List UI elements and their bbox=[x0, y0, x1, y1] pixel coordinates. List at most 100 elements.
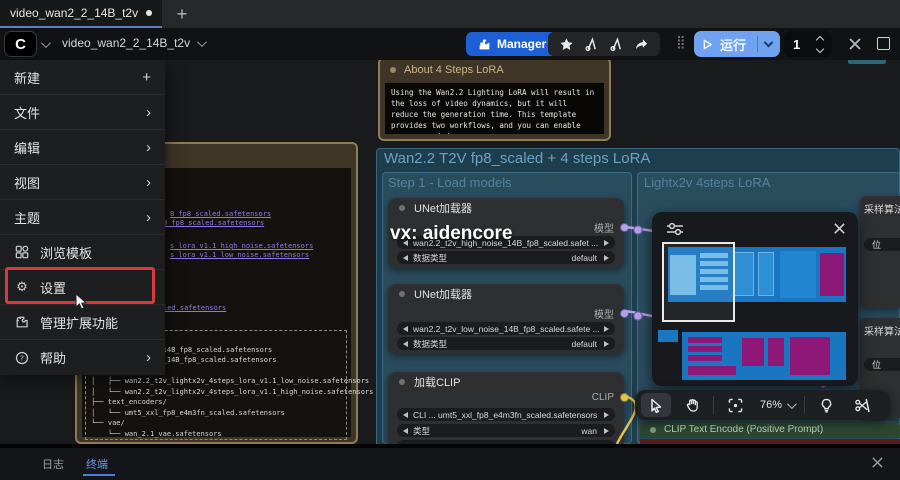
maximize-icon[interactable] bbox=[877, 37, 890, 50]
new-workflow-tab-button[interactable]: + bbox=[168, 0, 196, 28]
queue-count-stepper[interactable]: 1 bbox=[784, 31, 832, 57]
next-arrow-icon[interactable] bbox=[604, 427, 609, 434]
cursor-icon bbox=[651, 398, 662, 413]
run-chevron-down-icon[interactable] bbox=[763, 37, 774, 48]
prev-arrow-icon[interactable] bbox=[403, 411, 408, 418]
queue-spinners[interactable] bbox=[815, 35, 825, 53]
menu-item-help[interactable]: ? 帮助 › bbox=[0, 340, 165, 375]
panel-close-icon[interactable] bbox=[871, 456, 884, 469]
node-title: UNet加载器 bbox=[414, 289, 473, 301]
interrupt-close-icon[interactable] bbox=[845, 34, 865, 54]
lightbulb-icon bbox=[821, 398, 831, 413]
node-collapse-dot[interactable] bbox=[399, 379, 405, 385]
menu-item-browse-templates[interactable]: 浏览模板 bbox=[0, 235, 165, 270]
menu-item-view[interactable]: 视图 › bbox=[0, 165, 165, 200]
menu-item-label: 浏览模板 bbox=[40, 245, 93, 261]
node-header[interactable]: UNet加载器 bbox=[388, 198, 624, 218]
prev-arrow-icon[interactable] bbox=[403, 340, 408, 347]
toggle-link-visibility-button[interactable] bbox=[811, 393, 841, 417]
menu-item-edit[interactable]: 编辑 › bbox=[0, 130, 165, 165]
cleaner-icon-2[interactable] bbox=[609, 36, 624, 52]
widget-clip-name[interactable]: CLI ... umt5_xxl_fp8_e4m3fn_scaled.safet… bbox=[397, 408, 615, 421]
prev-arrow-icon[interactable] bbox=[403, 325, 408, 332]
share-icon[interactable] bbox=[634, 37, 649, 52]
next-arrow-icon[interactable] bbox=[604, 325, 609, 332]
minimap-viewport[interactable] bbox=[662, 242, 735, 322]
toolbar-divider bbox=[804, 396, 806, 414]
help-icon: ? bbox=[14, 351, 30, 365]
minimap-panel[interactable] bbox=[652, 212, 858, 386]
zoom-level-dropdown[interactable]: 76% bbox=[756, 398, 798, 411]
pan-tool-button[interactable] bbox=[677, 393, 707, 417]
output-slot-model[interactable]: 模型 bbox=[594, 220, 629, 235]
minimap-group-2 bbox=[682, 332, 846, 380]
menu-item-label: 管理扩展功能 bbox=[40, 315, 119, 331]
prev-arrow-icon[interactable] bbox=[403, 427, 408, 434]
node-title: 加载CLIP bbox=[414, 377, 461, 389]
widget-weight-dtype[interactable]: 数据类型 default bbox=[397, 337, 615, 350]
output-slot-clip[interactable]: CLIP bbox=[592, 392, 629, 403]
prev-arrow-icon[interactable] bbox=[403, 254, 408, 261]
workflow-tab-bar: video_wan2_2_14B_t2v + bbox=[0, 0, 900, 28]
widget-clip-type[interactable]: 类型 wan bbox=[397, 424, 615, 437]
node-clip-text-encode[interactable]: CLIP Text Encode (Positive Prompt) bbox=[640, 421, 900, 438]
model-link[interactable]: 8_fp8_scaled.safetensors bbox=[163, 219, 264, 227]
logo-chevron-down-icon[interactable] bbox=[40, 38, 51, 49]
next-arrow-icon[interactable] bbox=[604, 340, 609, 347]
star-icon[interactable] bbox=[559, 37, 574, 52]
group-title-lightx2v: Lightx2v 4steps LoRA bbox=[644, 175, 771, 190]
run-button[interactable]: 运行 bbox=[694, 31, 780, 57]
spinner-up-icon[interactable] bbox=[815, 35, 825, 44]
tab-logs[interactable]: 日志 bbox=[42, 456, 64, 472]
tab-terminal[interactable]: 终端 bbox=[86, 456, 108, 472]
note-about-4steps-lora[interactable]: About 4 Steps LoRA Using the Wan2.2 Ligh… bbox=[378, 60, 611, 141]
model-link[interactable]: B_fp8_scaled.safetensors bbox=[170, 210, 271, 218]
node-header[interactable]: UNet加载器 bbox=[388, 284, 624, 304]
menu-item-new[interactable]: 新建 + bbox=[0, 60, 165, 95]
workflow-tab-label: video_wan2_2_14B_t2v bbox=[10, 6, 139, 20]
node-collapse-dot[interactable] bbox=[650, 426, 656, 433]
node-collapse-dot[interactable] bbox=[399, 291, 405, 297]
drag-handle-icon[interactable]: ⣿ bbox=[676, 34, 687, 50]
node-title: UNet加载器 bbox=[414, 203, 473, 215]
comfyui-logo-button[interactable]: C bbox=[4, 31, 37, 57]
menu-item-file[interactable]: 文件 › bbox=[0, 95, 165, 130]
bottom-panel: 日志 终端 bbox=[0, 444, 900, 480]
spinner-down-icon[interactable] bbox=[815, 44, 825, 53]
workflow-name-dropdown[interactable]: video_wan2_2_14B_t2v bbox=[62, 36, 207, 50]
model-output-dot[interactable] bbox=[620, 223, 629, 232]
widget-weight-dtype[interactable]: 数据类型 default bbox=[397, 251, 615, 264]
next-arrow-icon[interactable] bbox=[604, 239, 609, 246]
cleaner-icon-1[interactable] bbox=[584, 36, 599, 52]
workflow-tab[interactable]: video_wan2_2_14B_t2v bbox=[0, 0, 162, 28]
output-slot-model[interactable]: 模型 bbox=[594, 306, 629, 321]
mouse-cursor-icon bbox=[75, 292, 88, 310]
menu-item-label: 新建 bbox=[14, 70, 41, 86]
toggle-links-button[interactable] bbox=[847, 393, 877, 417]
minimap-close-icon[interactable] bbox=[833, 222, 846, 235]
menu-item-theme[interactable]: 主题 › bbox=[0, 200, 165, 235]
widget-fragment[interactable]: 位 bbox=[864, 358, 900, 371]
manager-button[interactable]: Manager bbox=[466, 32, 559, 56]
model-link[interactable]: s_lora_v1.1_high_noise.safetensors bbox=[170, 242, 313, 250]
menu-item-label: 主题 bbox=[14, 210, 41, 226]
node-header[interactable]: 加载CLIP bbox=[388, 372, 624, 392]
note-header[interactable]: About 4 Steps LoRA bbox=[380, 60, 609, 81]
model-link[interactable]: led.safetensors bbox=[163, 304, 226, 312]
fit-view-button[interactable] bbox=[720, 393, 750, 417]
clip-output-dot[interactable] bbox=[620, 393, 629, 402]
next-arrow-icon[interactable] bbox=[604, 411, 609, 418]
node-unet-loader-2[interactable]: UNet加载器 模型 wan2.2_t2v_low_noise_14B_fp8_… bbox=[388, 284, 629, 354]
widget-unet-name[interactable]: wan2.2_t2v_low_noise_14B_fp8_scaled.safe… bbox=[397, 322, 615, 335]
node-load-clip[interactable]: 加载CLIP CLIP CLI ... umt5_xxl_fp8_e4m3fn_… bbox=[388, 372, 629, 444]
node-collapse-dot[interactable] bbox=[399, 205, 405, 211]
next-arrow-icon[interactable] bbox=[604, 254, 609, 261]
chevron-right-icon: › bbox=[146, 138, 151, 156]
note-collapse-dot[interactable] bbox=[390, 67, 396, 73]
model-link[interactable]: s_lora_v1.1_low_noise.safetensors bbox=[170, 251, 309, 259]
node-sampler-fragment-1[interactable]: 采样算法 ( 位 bbox=[860, 196, 900, 308]
widget-fragment[interactable]: 位 bbox=[864, 238, 900, 251]
sliders-icon[interactable] bbox=[666, 222, 684, 236]
select-tool-button[interactable] bbox=[641, 393, 671, 417]
model-output-dot[interactable] bbox=[620, 309, 629, 318]
